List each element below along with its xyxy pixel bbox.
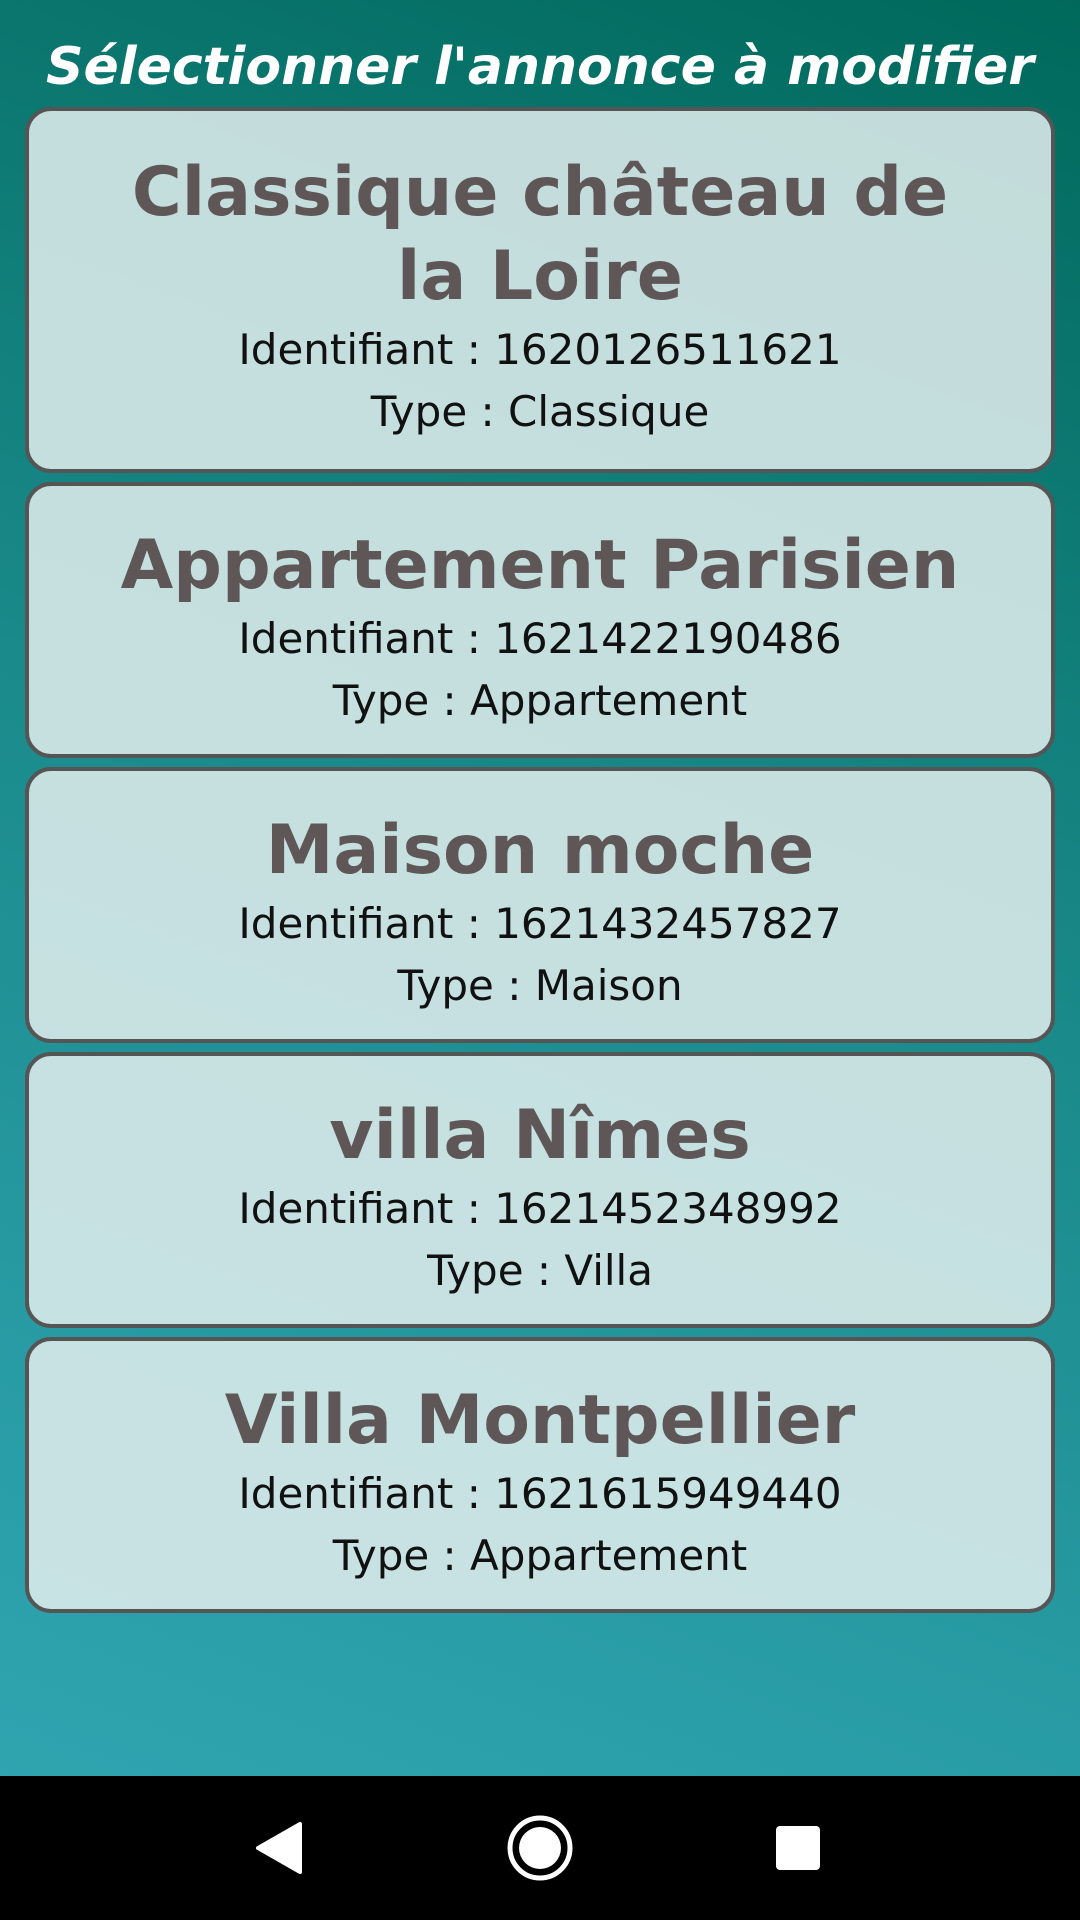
listing-title: Appartement Parisien xyxy=(120,526,960,605)
listing-card[interactable]: villa Nîmes Identifiant : 1621452348992 … xyxy=(25,1052,1055,1328)
listing-title: villa Nîmes xyxy=(329,1096,751,1175)
home-button[interactable] xyxy=(504,1812,576,1884)
listing-card[interactable]: Classique château de la Loire Identifian… xyxy=(25,107,1055,473)
listing-title: Maison moche xyxy=(265,811,815,890)
back-button[interactable] xyxy=(244,1812,316,1884)
listing-identifier: Identifiant : 1621615949440 xyxy=(238,1469,842,1518)
listing-identifier: Identifiant : 1621432457827 xyxy=(238,899,842,948)
listing-list: Classique château de la Loire Identifian… xyxy=(25,107,1055,1622)
listing-title: Villa Montpellier xyxy=(224,1381,856,1460)
listing-card[interactable]: Maison moche Identifiant : 1621432457827… xyxy=(25,767,1055,1043)
screen: Sélectionner l'annonce à modifier Classi… xyxy=(0,0,1080,1920)
listing-identifier: Identifiant : 1620126511621 xyxy=(238,325,842,374)
listing-title: Classique château de la Loire xyxy=(131,153,949,316)
listing-card[interactable]: Villa Montpellier Identifiant : 16216159… xyxy=(25,1337,1055,1613)
home-circle-icon xyxy=(507,1815,573,1881)
back-triangle-icon xyxy=(256,1822,302,1874)
listing-type: Type : Maison xyxy=(397,961,683,1010)
listing-card[interactable]: Appartement Parisien Identifiant : 16214… xyxy=(25,482,1055,758)
system-navigation-bar xyxy=(0,1776,1080,1920)
listing-identifier: Identifiant : 1621422190486 xyxy=(238,614,842,663)
page-title: Sélectionner l'annonce à modifier xyxy=(46,37,1034,97)
recents-square-icon xyxy=(776,1826,820,1870)
recents-button[interactable] xyxy=(762,1812,834,1884)
listing-type: Type : Classique xyxy=(370,387,710,436)
listing-type: Type : Appartement xyxy=(332,676,748,725)
listing-type: Type : Appartement xyxy=(332,1531,748,1580)
listing-identifier: Identifiant : 1621452348992 xyxy=(238,1184,842,1233)
listing-type: Type : Villa xyxy=(427,1246,653,1295)
